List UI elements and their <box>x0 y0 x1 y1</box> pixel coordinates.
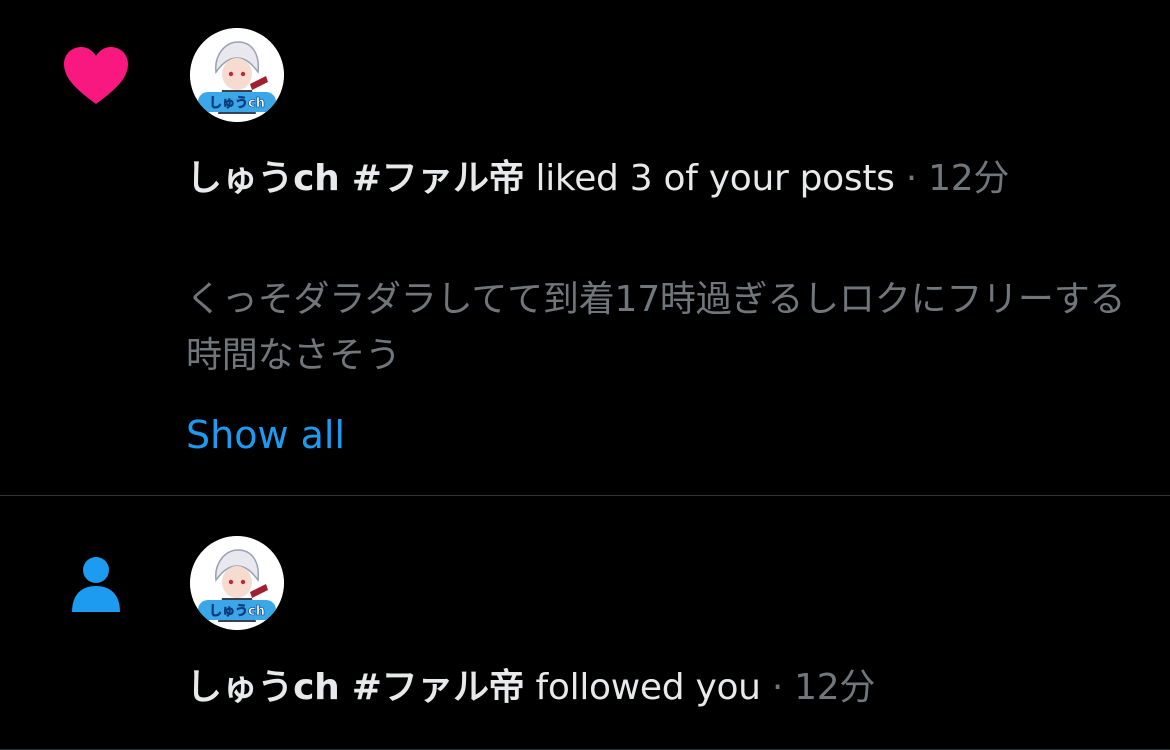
separator-dot: · <box>771 667 784 708</box>
notification-headline: しゅうch #ファル帝 liked 3 of your posts · 12分 <box>186 152 1126 206</box>
action-text: liked 3 of your posts <box>535 158 895 199</box>
person-icon <box>66 552 126 616</box>
avatar[interactable]: しゅうch <box>190 536 284 630</box>
notification-like[interactable]: しゅうch しゅうch #ファル帝 liked 3 of your posts … <box>0 0 1170 496</box>
user-name[interactable]: しゅうch #ファル帝 <box>186 667 525 708</box>
action-text: followed you <box>535 667 761 708</box>
avatar-badge-text: しゅうch <box>209 96 265 111</box>
show-all-link[interactable]: Show all <box>186 408 345 462</box>
post-preview-text[interactable]: くっそダラダラしてて到着17時過ぎるしロクにフリーする時間なさそう <box>186 272 1136 384</box>
notification-follow[interactable]: しゅうch しゅうch #ファル帝 followed you · 12分 <box>0 496 1170 750</box>
avatar-badge-text: しゅうch <box>209 604 265 619</box>
separator-dot: · <box>905 158 917 199</box>
timestamp: 12分 <box>928 158 1010 199</box>
avatar[interactable]: しゅうch <box>190 28 284 122</box>
user-name[interactable]: しゅうch #ファル帝 <box>186 158 525 199</box>
timestamp: 12分 <box>794 667 876 708</box>
notification-headline: しゅうch #ファル帝 followed you · 12分 <box>186 661 1126 715</box>
heart-icon <box>60 44 132 108</box>
